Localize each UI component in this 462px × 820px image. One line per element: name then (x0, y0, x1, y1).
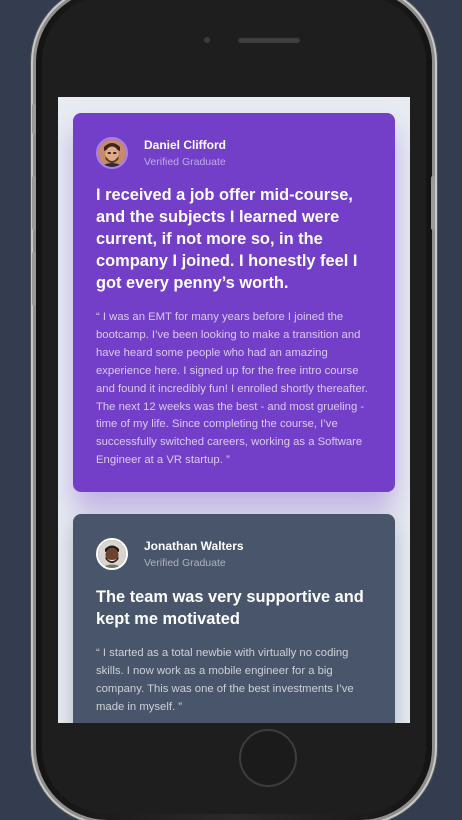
mute-switch[interactable] (32, 104, 36, 134)
author-name: Daniel Clifford (144, 137, 227, 152)
testimonial-card: Jonathan Walters Verified Graduate The t… (73, 514, 395, 723)
testimonial-card: Daniel Clifford Verified Graduate I rece… (73, 113, 395, 492)
volume-down-button[interactable] (32, 252, 36, 306)
front-camera (204, 37, 210, 43)
phone-screen: Daniel Clifford Verified Graduate I rece… (58, 97, 410, 723)
author-role: Verified Graduate (144, 556, 226, 569)
power-button[interactable] (431, 176, 435, 230)
author-name: Jonathan Walters (144, 538, 244, 553)
earpiece-speaker (238, 37, 300, 43)
testimonial-headline: The team was very supportive and kept me… (96, 588, 364, 628)
testimonial-headline: I received a job offer mid-course, and t… (96, 186, 358, 292)
author-role: Verified Graduate (144, 155, 226, 168)
testimonial-quote: “ I started as a total newbie with virtu… (96, 647, 354, 713)
home-button[interactable] (239, 729, 297, 787)
volume-up-button[interactable] (32, 176, 36, 230)
author-block: Jonathan Walters Verified Graduate (96, 538, 372, 570)
author-block: Daniel Clifford Verified Graduate (96, 137, 372, 169)
avatar (96, 538, 128, 570)
avatar (96, 137, 128, 169)
testimonial-quote: “ I was an EMT for many years before I j… (96, 311, 368, 467)
